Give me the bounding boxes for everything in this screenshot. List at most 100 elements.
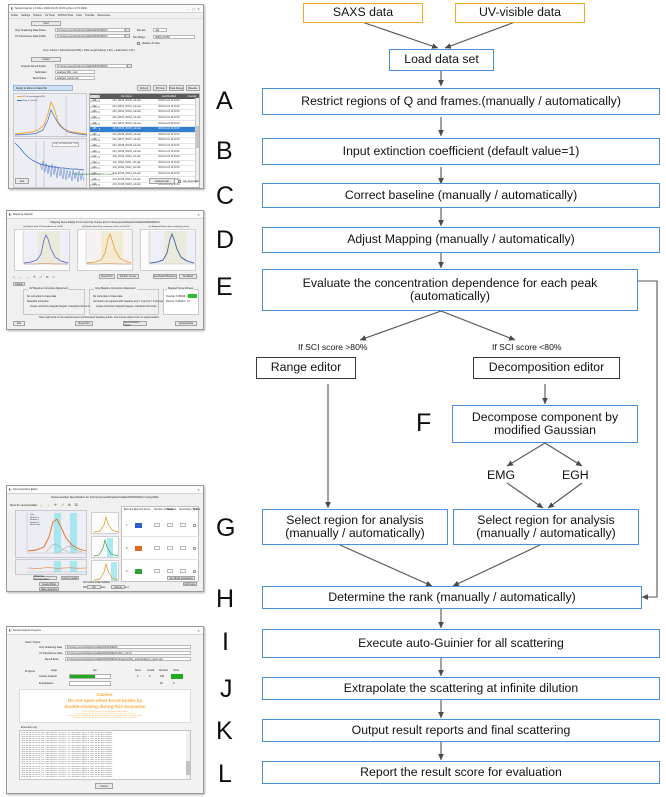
browse-button-3[interactable]: … bbox=[127, 64, 132, 68]
browse-button-1[interactable]: … bbox=[125, 28, 130, 32]
menu-item[interactable]: Folder bbox=[11, 14, 18, 17]
data-range-button[interactable]: Data Range bbox=[169, 85, 184, 91]
request-field[interactable] bbox=[167, 546, 173, 550]
field-uv-folder[interactable]: D:\Anonymous\Dropbox\Collab\20200309AhU bbox=[55, 34, 125, 38]
scrollbar-thumb[interactable] bbox=[186, 761, 190, 775]
toolbar-button-3[interactable]: Set Default Baseline bbox=[153, 274, 177, 279]
process-box-c[interactable]: Correct baseline (manually / automatical… bbox=[262, 183, 660, 208]
secondary-field[interactable] bbox=[180, 569, 186, 573]
menu-item[interactable]: Tutorials bbox=[85, 14, 95, 17]
process-box-l[interactable]: Report the result score for evaluation bbox=[262, 761, 660, 784]
request-field[interactable] bbox=[167, 523, 173, 527]
component-row[interactable]: 1 bbox=[122, 515, 200, 537]
menu-item[interactable]: Tools bbox=[76, 14, 82, 17]
close-icon[interactable]: ✕ bbox=[196, 629, 201, 633]
peak-count-field[interactable] bbox=[154, 523, 160, 527]
close-icon[interactable]: ✕ bbox=[196, 7, 201, 11]
process-box-g-right[interactable]: Select region for analysis (manually / a… bbox=[453, 509, 639, 545]
process-box-f[interactable]: Decompose component by modified Gaussian bbox=[452, 405, 638, 443]
close-icon[interactable]: ✕ bbox=[196, 213, 201, 217]
input-box-saxs[interactable]: SAXS data bbox=[303, 3, 423, 23]
process-box-a[interactable]: Restrict regions of Q and frames.(manual… bbox=[262, 88, 660, 115]
toolbar-button-4[interactable]: Set Effect bbox=[179, 274, 197, 279]
set-model-button[interactable]: Set Model (Gaussian) bbox=[167, 576, 195, 580]
option-row[interactable]: Linear correction Integral Integral + ba… bbox=[30, 305, 91, 308]
reset-plot-button[interactable]: Reset Plot bbox=[99, 274, 115, 279]
analysis-start-button[interactable]: Analysis start bbox=[149, 178, 175, 184]
show-decomposition-button[interactable]: Show the decomposition bbox=[33, 575, 57, 581]
process-box-j[interactable]: Extrapolate the scattering at infinite d… bbox=[262, 677, 660, 700]
execution-log[interactable]: 2020-03-05 10:20:00,100 INFO guinier ana… bbox=[19, 730, 191, 780]
apply-update-button[interactable]: Apply/Update bbox=[175, 321, 197, 326]
process-box-d[interactable]: Adjust Mapping (manually / automatically… bbox=[262, 227, 660, 253]
table-row[interactable]: 016 Ahd_00115_00115_sub.dat 2019-11-04 16:… bbox=[90, 183, 199, 187]
3dview-button[interactable]: 3D View bbox=[153, 85, 167, 91]
screenshot-mapping-window[interactable]: ◧ Mapping Adjuster ✕ Mapping Setup Dialo… bbox=[6, 210, 204, 330]
toolbar-button-2[interactable]: Another Curves bbox=[117, 274, 139, 279]
option-normalize[interactable]: Normalize Peak Surface bbox=[83, 581, 110, 584]
cancel-button[interactable]: Cancel bbox=[111, 585, 125, 589]
option-row[interactable]: Correction as required with baseline at … bbox=[93, 300, 167, 303]
screenshot-progress-window[interactable]: ◧ Serial Analysis Progress ✕ Input / Out… bbox=[6, 626, 204, 794]
menu-item[interactable]: UV Tools bbox=[45, 14, 55, 17]
peak-count-field[interactable] bbox=[154, 569, 160, 573]
current-peaks-button[interactable]: Current peaks bbox=[61, 576, 79, 580]
option-row[interactable]: Standard correction bbox=[27, 300, 49, 303]
plot-toolbar[interactable]: ⌂ ← → ✛ ⤢ ⧉ 🖫 bbox=[13, 275, 56, 281]
process-box-i[interactable]: Execute auto-Guinier for all scattering bbox=[262, 629, 660, 658]
secondary-field[interactable] bbox=[180, 546, 186, 550]
field-xray-folder[interactable]: D:\Anonymous\Dropbox\Collab\20200309AhU bbox=[55, 28, 125, 32]
screenshot-decomposition-window[interactable]: ◧ Decomposition Editor ✕ Decomposition S… bbox=[6, 485, 204, 592]
ignore-checkbox[interactable] bbox=[193, 524, 196, 527]
process-box-b[interactable]: Input extinction coefficient (default va… bbox=[262, 138, 660, 165]
menu-item[interactable]: Settings bbox=[21, 14, 30, 17]
peak-count-field[interactable] bbox=[154, 546, 160, 550]
cancel-button[interactable]: Cancel bbox=[95, 783, 113, 789]
set-correction-button[interactable]: Set Correction Option bbox=[123, 321, 147, 327]
toolbar-button-5[interactable]: Default bbox=[13, 282, 25, 286]
ignore-checkbox[interactable] bbox=[193, 547, 196, 550]
process-box-g-left[interactable]: Select region for analysis (manually / a… bbox=[262, 509, 448, 545]
scrollbar-thumb[interactable] bbox=[196, 126, 199, 148]
decomposition-editor-box[interactable]: Decomposition editor bbox=[473, 357, 620, 379]
secondary-field[interactable] bbox=[180, 523, 186, 527]
ignore-checkbox[interactable] bbox=[193, 570, 196, 573]
exit-button[interactable]: Exit bbox=[13, 321, 25, 326]
select-file-range[interactable]: 00001-00150 bbox=[153, 35, 195, 39]
menu-item[interactable]: Options bbox=[33, 14, 42, 17]
screenshot-main-window[interactable]: ◧ Serial Analyzer 1.6.0dev (2020-03-05 1… bbox=[8, 4, 204, 189]
process-box-e[interactable]: Evaluate the concentration dependence fo… bbox=[262, 269, 638, 311]
option-row[interactable]: Linear correction Integral Integral + ba… bbox=[96, 305, 157, 308]
add-curve-button[interactable]: Add Curve bbox=[183, 582, 197, 586]
log-scrollbar[interactable] bbox=[186, 731, 190, 779]
process-box-load[interactable]: Load data set bbox=[389, 49, 494, 71]
ok-button[interactable]: OK bbox=[87, 585, 101, 589]
component-row[interactable]: 2 bbox=[122, 538, 200, 560]
checkbox-disable-uv[interactable] bbox=[137, 42, 140, 45]
field-subfolder[interactable]: analysis-000_-test bbox=[55, 70, 95, 74]
request-field[interactable] bbox=[167, 569, 173, 573]
refresh-button[interactable]: Refresh bbox=[137, 85, 151, 91]
browse-button-2[interactable]: … bbox=[125, 34, 130, 38]
select-file-ext[interactable]: .dat bbox=[153, 28, 167, 32]
reset-plot-button-2[interactable]: Reset Plot bbox=[75, 321, 93, 326]
checkbox-fully-automatic[interactable] bbox=[178, 180, 181, 183]
input-box-uv[interactable]: UV-visible data bbox=[455, 3, 585, 23]
field-bookname[interactable]: analysis_report.xlsx bbox=[55, 76, 95, 80]
decomp-toolbar[interactable]: ⌂ ← → ✛ ⤢ ⧉ 🖫 bbox=[33, 503, 79, 509]
component-controls[interactable]: Element Element Curve Number of Peaks Re… bbox=[121, 506, 200, 582]
menu-item[interactable]: References bbox=[97, 14, 110, 17]
baseline-button[interactable]: Baseline bbox=[186, 85, 200, 91]
make-selection-button[interactable]: Make Selection bbox=[39, 587, 59, 591]
close-icon[interactable]: ✕ bbox=[196, 488, 201, 492]
field-result-folder[interactable]: D:\Anonymous\Dropbox\Collab\20200309AhU bbox=[55, 64, 127, 68]
table-scrollbar[interactable] bbox=[195, 98, 199, 183]
menubar-main[interactable]: Folder Settings Options UV Tools CHOUZ T… bbox=[9, 13, 203, 19]
process-box-h[interactable]: Determine the rank (manually / automatic… bbox=[262, 586, 642, 609]
option-row[interactable]: No correction to base data bbox=[27, 295, 56, 298]
menu-item[interactable]: CHOUZ Tools bbox=[58, 14, 73, 17]
guess-mode-button[interactable]: Guess Mode bbox=[39, 582, 59, 586]
process-box-k[interactable]: Output result reports and final scatteri… bbox=[262, 719, 660, 742]
option-row[interactable]: No correction to base data bbox=[93, 295, 122, 298]
range-editor-box[interactable]: Range editor bbox=[256, 357, 356, 379]
